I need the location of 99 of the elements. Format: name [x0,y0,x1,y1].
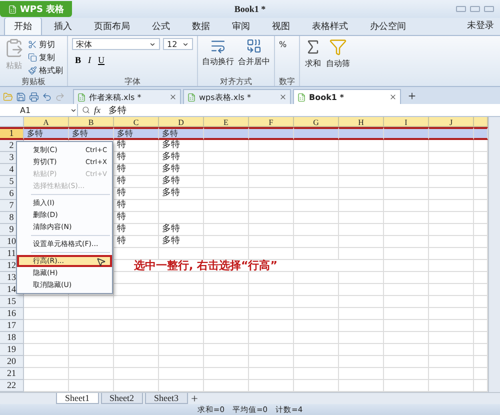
font-style-button[interactable]: B [72,55,84,65]
ribbon-tab[interactable]: 公式 [142,17,180,35]
alignment-button[interactable]: 自动换行 [202,38,234,67]
table-cell: 多特 [159,127,204,140]
group-label: 数字 [279,76,295,86]
table-cell: 特 [114,164,159,176]
percent-button[interactable]: % [279,38,287,50]
column-header[interactable]: G [294,117,339,127]
search-icon[interactable] [82,106,90,114]
table-cell: 特 [114,212,159,224]
table-cell: 多特 [114,127,159,140]
alignment-button[interactable]: 合并居中 [238,38,270,67]
login-status[interactable]: 未登录 [461,19,500,35]
table-cell: 特 [114,236,159,248]
merge-icon[interactable] [246,38,262,54]
new-tab-icon[interactable] [407,90,417,100]
clipboard-icon[interactable] [4,38,24,58]
close-icon[interactable] [169,93,177,101]
clipboard-button[interactable]: 剪切 [28,38,63,50]
name-box[interactable]: A1 [0,104,78,116]
vertical-scrollbar[interactable] [488,117,500,392]
filter-button[interactable]: 自动筛 [326,38,350,69]
row-header[interactable]: 20 [0,356,24,368]
table-cell: 多特 [159,152,204,164]
row-header[interactable]: 17 [0,320,24,332]
font-style-button[interactable]: U [95,55,108,65]
scissors-icon[interactable] [28,40,37,48]
column-header[interactable]: E [204,117,249,127]
table-cell: 特 [114,140,159,152]
spreadsheet-icon[interactable] [77,92,86,102]
document-tab[interactable]: wps表格.xls * [183,89,291,104]
window-title: Book1 * [234,4,266,14]
wrap-icon[interactable] [210,38,226,54]
font-size-field[interactable]: 12 [163,38,193,50]
table-cell: 多特 [159,164,204,176]
annotation-text: 选中一整行, 右击选择“行高” [114,260,339,272]
row-header[interactable]: 16 [0,308,24,320]
group-label: 字体 [124,76,142,86]
column-header[interactable]: B [69,117,114,127]
ribbon-tab[interactable]: 数据 [182,17,220,35]
column-header[interactable]: I [384,117,429,127]
ribbon-tab[interactable]: 办公空间 [360,17,416,35]
ribbon-tab[interactable]: 审阅 [222,17,260,35]
column-header[interactable]: F [249,117,294,127]
table-cell: 多特 [24,127,69,140]
table-cell: 特 [114,152,159,164]
column-header[interactable]: J [429,117,474,127]
row-header[interactable]: 19 [0,344,24,356]
sheet-tab[interactable]: Sheet1 [56,393,98,404]
add-sheet-icon[interactable] [190,394,198,403]
function-button[interactable]: fx [94,105,100,115]
printer-icon[interactable] [29,92,39,102]
brush-icon[interactable] [28,66,37,74]
sheet-tab[interactable]: Sheet2 [100,393,143,404]
table-cell: 多特 [159,236,204,248]
copy-icon[interactable] [28,52,37,62]
table-cell: 特 [114,176,159,188]
clipboard-button[interactable]: 格式刷 [28,64,63,76]
header-filler [474,117,488,127]
table-cell: 多特 [159,140,204,152]
formula-value[interactable]: 多特 [104,104,126,116]
font-style-button[interactable]: I [85,55,94,65]
row-header[interactable]: 22 [0,380,24,392]
document-tab[interactable]: Book1 * [293,89,401,104]
ribbon-tab[interactable]: 视图 [262,17,300,35]
row-header[interactable]: 18 [0,332,24,344]
table-cell: 多特 [159,224,204,236]
table-cell: 特 [114,224,159,236]
funnel-icon[interactable] [329,38,347,56]
table-cell: 特 [114,188,159,200]
sheet-tab[interactable]: Sheet3 [145,393,188,404]
ribbon-tab[interactable]: 页面布局 [84,17,140,35]
clipboard-button[interactable]: 复制 [28,51,63,63]
cursor-icon [96,257,106,267]
spreadsheet-icon[interactable] [297,92,306,102]
ribbon-tab[interactable]: 插入 [44,17,82,35]
group-label: 剪贴板 [20,76,46,86]
column-header[interactable]: D [159,117,204,127]
close-icon[interactable] [279,93,287,101]
table-cell: 多特 [159,176,204,188]
ribbon-tab[interactable]: 表格样式 [302,17,358,35]
save-icon[interactable] [16,92,26,102]
table-cell: 特 [114,200,159,212]
spreadsheet-icon[interactable] [187,92,196,102]
column-header[interactable]: H [339,117,384,127]
row-header[interactable]: 21 [0,368,24,380]
column-header[interactable]: C [114,117,159,127]
close-icon[interactable] [389,93,397,101]
document-tab[interactable]: 作者来稿.xls * [73,89,181,104]
row-header[interactable]: 1 [0,127,24,140]
table-cell: 多特 [69,127,114,140]
ribbon-tab[interactable]: 开始 [4,17,42,35]
sum-button[interactable]: 求和 [304,38,322,69]
row-header[interactable]: 15 [0,296,24,308]
undo-icon[interactable] [42,92,52,102]
font-name-field[interactable]: 宋体 [72,38,160,50]
table-cell: 多特 [159,188,204,200]
group-label: 对齐方式 [219,76,253,86]
column-header[interactable]: A [24,117,69,127]
